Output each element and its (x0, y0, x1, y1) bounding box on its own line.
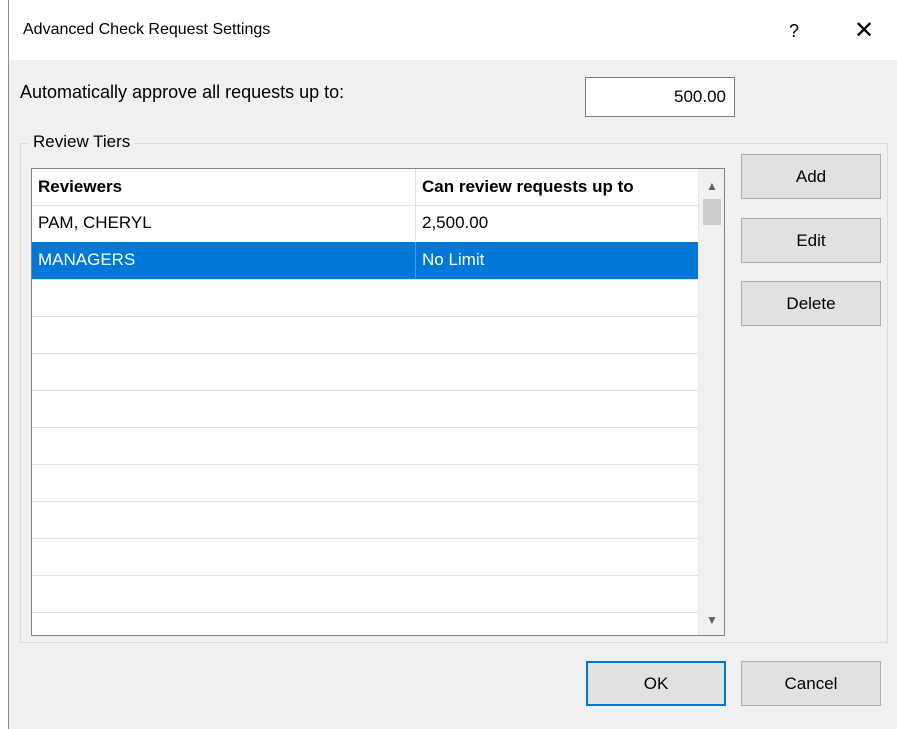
table-row[interactable] (32, 501, 698, 539)
table-row[interactable]: PAM, CHERYL 2,500.00 (32, 205, 698, 243)
edit-button[interactable]: Edit (741, 218, 881, 263)
ok-button[interactable]: OK (586, 661, 726, 706)
title-bar: Advanced Check Request Settings ? ✕ (9, 0, 897, 60)
review-limit-cell: No Limit (415, 242, 698, 278)
table-row[interactable]: MANAGERS No Limit (32, 242, 698, 280)
table-row[interactable] (32, 538, 698, 576)
table-row[interactable] (32, 353, 698, 391)
table-row[interactable] (32, 575, 698, 613)
advanced-check-request-dialog: Advanced Check Request Settings ? ✕ Auto… (8, 0, 897, 729)
grid-header: Reviewers Can review requests up to (32, 169, 698, 206)
review-tiers-grid[interactable]: Reviewers Can review requests up to PAM,… (31, 168, 725, 636)
table-row[interactable] (32, 279, 698, 317)
table-row[interactable] (32, 316, 698, 354)
scroll-up-icon[interactable]: ▲ (699, 173, 724, 199)
close-button[interactable]: ✕ (847, 14, 881, 48)
scroll-down-icon[interactable]: ▼ (699, 607, 724, 633)
column-header-reviewers[interactable]: Reviewers (32, 169, 415, 205)
review-limit-cell: 2,500.00 (415, 205, 698, 241)
reviewer-cell: MANAGERS (38, 250, 136, 269)
table-row[interactable] (32, 390, 698, 428)
table-row[interactable] (32, 464, 698, 502)
delete-button[interactable]: Delete (741, 281, 881, 326)
reviewer-cell: PAM, CHERYL (38, 213, 152, 232)
auto-approve-amount-input[interactable] (585, 77, 735, 117)
dialog-title: Advanced Check Request Settings (23, 21, 271, 38)
vertical-scrollbar[interactable]: ▲ ▼ (698, 169, 724, 635)
auto-approve-label: Automatically approve all requests up to… (20, 82, 345, 102)
cancel-button[interactable]: Cancel (741, 661, 881, 706)
scroll-thumb[interactable] (703, 199, 721, 225)
table-row[interactable] (32, 612, 698, 635)
table-row[interactable] (32, 427, 698, 465)
help-button[interactable]: ? (779, 14, 809, 48)
column-header-review-limit[interactable]: Can review requests up to (415, 169, 698, 205)
add-button[interactable]: Add (741, 154, 881, 199)
review-tiers-label: Review Tiers (29, 132, 135, 152)
